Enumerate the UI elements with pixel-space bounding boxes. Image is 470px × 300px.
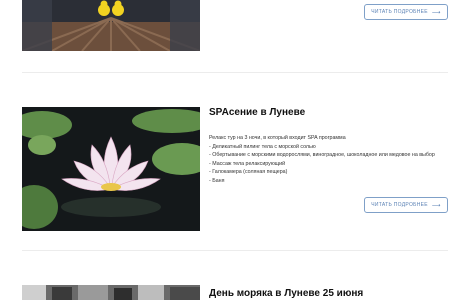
read-more-label: ЧИТАТЬ ПОДРОБНЕЕ bbox=[371, 202, 428, 208]
card-description: Релакс тур на 3 ночи, в который входит S… bbox=[209, 134, 454, 186]
read-more-label: ЧИТАТЬ ПОДРОБНЕЕ bbox=[371, 9, 428, 15]
lotus-image bbox=[22, 107, 200, 231]
list-item: - Деликатный пилинг тела с морской солью bbox=[209, 143, 316, 150]
card-title[interactable]: День моряка в Луневе 25 июня bbox=[209, 288, 363, 299]
sailors-day-photo[interactable] bbox=[22, 285, 200, 300]
pier-image bbox=[22, 0, 200, 51]
arrow-right-icon: ⟶ bbox=[431, 202, 441, 209]
card-title[interactable]: SPAсение в Луневе bbox=[209, 107, 305, 118]
description-intro: Релакс тур на 3 ночи, в который входит S… bbox=[209, 135, 346, 141]
divider bbox=[22, 72, 448, 73]
service-list: - Деликатный пилинг тела с морской солью… bbox=[209, 143, 454, 186]
divider bbox=[22, 250, 448, 251]
list-item: - Обертывание с морскими водорослями, ви… bbox=[209, 152, 435, 159]
list-item: - Массаж тела релаксирующий bbox=[209, 160, 286, 167]
list-item: - Галокамера (соляная пещера) bbox=[209, 169, 288, 176]
sailors-day-image bbox=[22, 285, 200, 300]
read-more-button[interactable]: ЧИТАТЬ ПОДРОБНЕЕ ⟶ bbox=[364, 197, 448, 213]
lotus-photo[interactable] bbox=[22, 107, 200, 231]
pier-photo[interactable] bbox=[22, 0, 200, 51]
list-item: - Баня bbox=[209, 177, 225, 184]
arrow-right-icon: ⟶ bbox=[431, 9, 441, 16]
read-more-button[interactable]: ЧИТАТЬ ПОДРОБНЕЕ ⟶ bbox=[364, 4, 448, 20]
